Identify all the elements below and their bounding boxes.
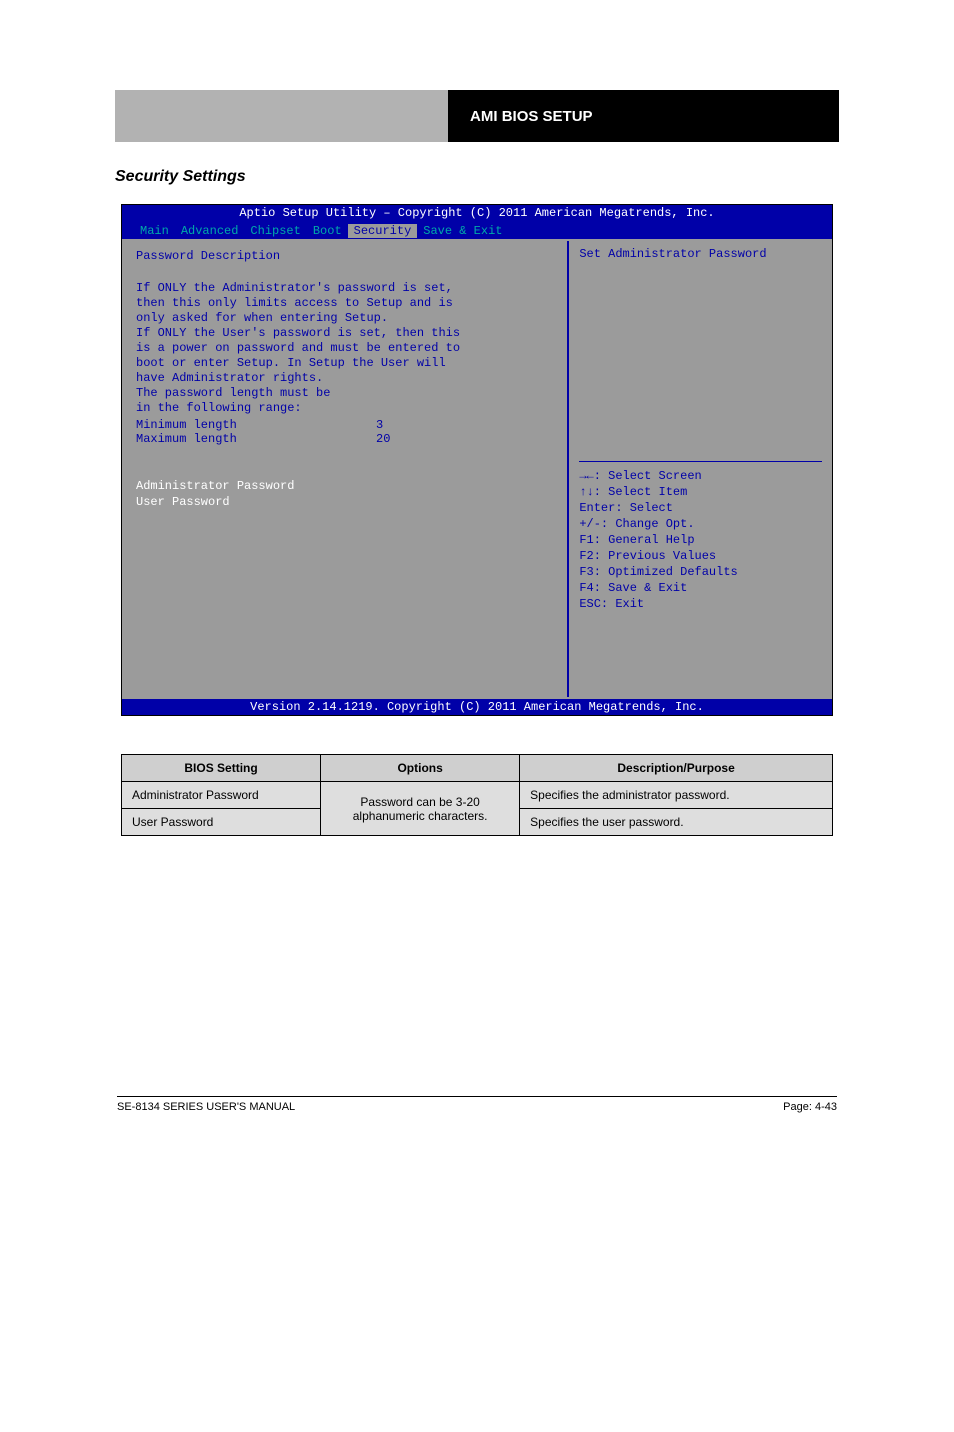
footer-rule bbox=[117, 1096, 837, 1097]
max-length-value: 20 bbox=[376, 432, 390, 446]
password-description-title: Password Description bbox=[136, 249, 553, 263]
desc-line: If ONLY the User's password is set, then… bbox=[136, 326, 553, 341]
cell-setting: Administrator Password bbox=[122, 782, 321, 809]
password-description-text: If ONLY the Administrator's password is … bbox=[136, 281, 553, 416]
col-header-setting: BIOS Setting bbox=[122, 755, 321, 782]
col-header-options: Options bbox=[321, 755, 520, 782]
bios-tab-security[interactable]: Security bbox=[348, 224, 418, 238]
key-select-screen: →←: Select Screen bbox=[579, 468, 822, 484]
bios-tab-advanced[interactable]: Advanced bbox=[175, 224, 245, 238]
bios-tab-chipset[interactable]: Chipset bbox=[244, 224, 306, 238]
key-f2: F2: Previous Values bbox=[579, 548, 822, 564]
cell-options: Password can be 3-20 alphanumeric charac… bbox=[321, 782, 520, 836]
max-length-row: Maximum length 20 bbox=[136, 432, 553, 446]
page-footer: SE-8134 SERIES USER'S MANUAL Page: 4-43 bbox=[117, 1101, 837, 1113]
cell-setting: User Password bbox=[122, 809, 321, 836]
desc-line: is a power on password and must be enter… bbox=[136, 341, 553, 356]
key-esc: ESC: Exit bbox=[579, 596, 822, 612]
bios-tabs: Main Advanced Chipset Boot Security Save… bbox=[134, 223, 508, 239]
key-f3: F3: Optimized Defaults bbox=[579, 564, 822, 580]
table-header-row: BIOS Setting Options Description/Purpose bbox=[122, 755, 833, 782]
cell-description: Specifies the administrator password. bbox=[520, 782, 833, 809]
bios-screenshot: Aptio Setup Utility – Copyright (C) 2011… bbox=[121, 204, 833, 716]
chapter-header-left bbox=[115, 90, 448, 142]
key-change-opt: +/-: Change Opt. bbox=[579, 516, 822, 532]
desc-line: in the following range: bbox=[136, 401, 553, 416]
chapter-header-right: AMI BIOS SETUP bbox=[448, 90, 839, 142]
bios-title-bar: Aptio Setup Utility – Copyright (C) 2011… bbox=[122, 205, 832, 239]
col-header-description: Description/Purpose bbox=[520, 755, 833, 782]
item-help-text: Set Administrator Password bbox=[579, 247, 822, 457]
admin-password-option[interactable]: Administrator Password bbox=[136, 478, 553, 494]
key-f1: F1: General Help bbox=[579, 532, 822, 548]
bios-utility-title: Aptio Setup Utility – Copyright (C) 2011… bbox=[122, 205, 832, 220]
chapter-subtitle: AMI BIOS SETUP bbox=[470, 108, 593, 125]
desc-line: only asked for when entering Setup. bbox=[136, 311, 553, 326]
desc-line: have Administrator rights. bbox=[136, 371, 553, 386]
cell-description: Specifies the user password. bbox=[520, 809, 833, 836]
desc-line: The password length must be bbox=[136, 386, 553, 401]
navigation-keys: →←: Select Screen ↑↓: Select Item Enter:… bbox=[579, 468, 822, 612]
desc-line: boot or enter Setup. In Setup the User w… bbox=[136, 356, 553, 371]
options-line: Password can be 3-20 bbox=[360, 795, 479, 809]
key-enter: Enter: Select bbox=[579, 500, 822, 516]
min-length-label: Minimum length bbox=[136, 418, 376, 432]
footer-page-number: Page: 4-43 bbox=[783, 1101, 837, 1113]
password-options: Administrator Password User Password bbox=[136, 478, 553, 510]
chapter-header: AMI BIOS SETUP bbox=[115, 90, 839, 142]
max-length-label: Maximum length bbox=[136, 432, 376, 446]
help-divider bbox=[579, 461, 822, 462]
min-length-value: 3 bbox=[376, 418, 383, 432]
key-select-item: ↑↓: Select Item bbox=[579, 484, 822, 500]
options-line: alphanumeric characters. bbox=[353, 809, 488, 823]
section-subheading: Security Settings bbox=[115, 168, 839, 186]
bios-tab-boot[interactable]: Boot bbox=[307, 224, 348, 238]
user-password-option[interactable]: User Password bbox=[136, 494, 553, 510]
table-row: Administrator Password Password can be 3… bbox=[122, 782, 833, 809]
bios-body: Password Description If ONLY the Adminis… bbox=[122, 239, 832, 699]
password-length-ranges: Minimum length 3 Maximum length 20 bbox=[136, 418, 553, 446]
settings-table: BIOS Setting Options Description/Purpose… bbox=[121, 754, 833, 836]
bios-tab-main[interactable]: Main bbox=[134, 224, 175, 238]
desc-line: then this only limits access to Setup an… bbox=[136, 296, 553, 311]
footer-manual-title: SE-8134 SERIES USER'S MANUAL bbox=[117, 1101, 295, 1113]
bios-right-panel: Set Administrator Password →←: Select Sc… bbox=[569, 239, 832, 699]
key-f4: F4: Save & Exit bbox=[579, 580, 822, 596]
bios-footer-bar: Version 2.14.1219. Copyright (C) 2011 Am… bbox=[122, 699, 832, 715]
bios-left-panel: Password Description If ONLY the Adminis… bbox=[122, 241, 569, 697]
min-length-row: Minimum length 3 bbox=[136, 418, 553, 432]
bios-tab-save-exit[interactable]: Save & Exit bbox=[417, 224, 508, 238]
desc-line: If ONLY the Administrator's password is … bbox=[136, 281, 553, 296]
